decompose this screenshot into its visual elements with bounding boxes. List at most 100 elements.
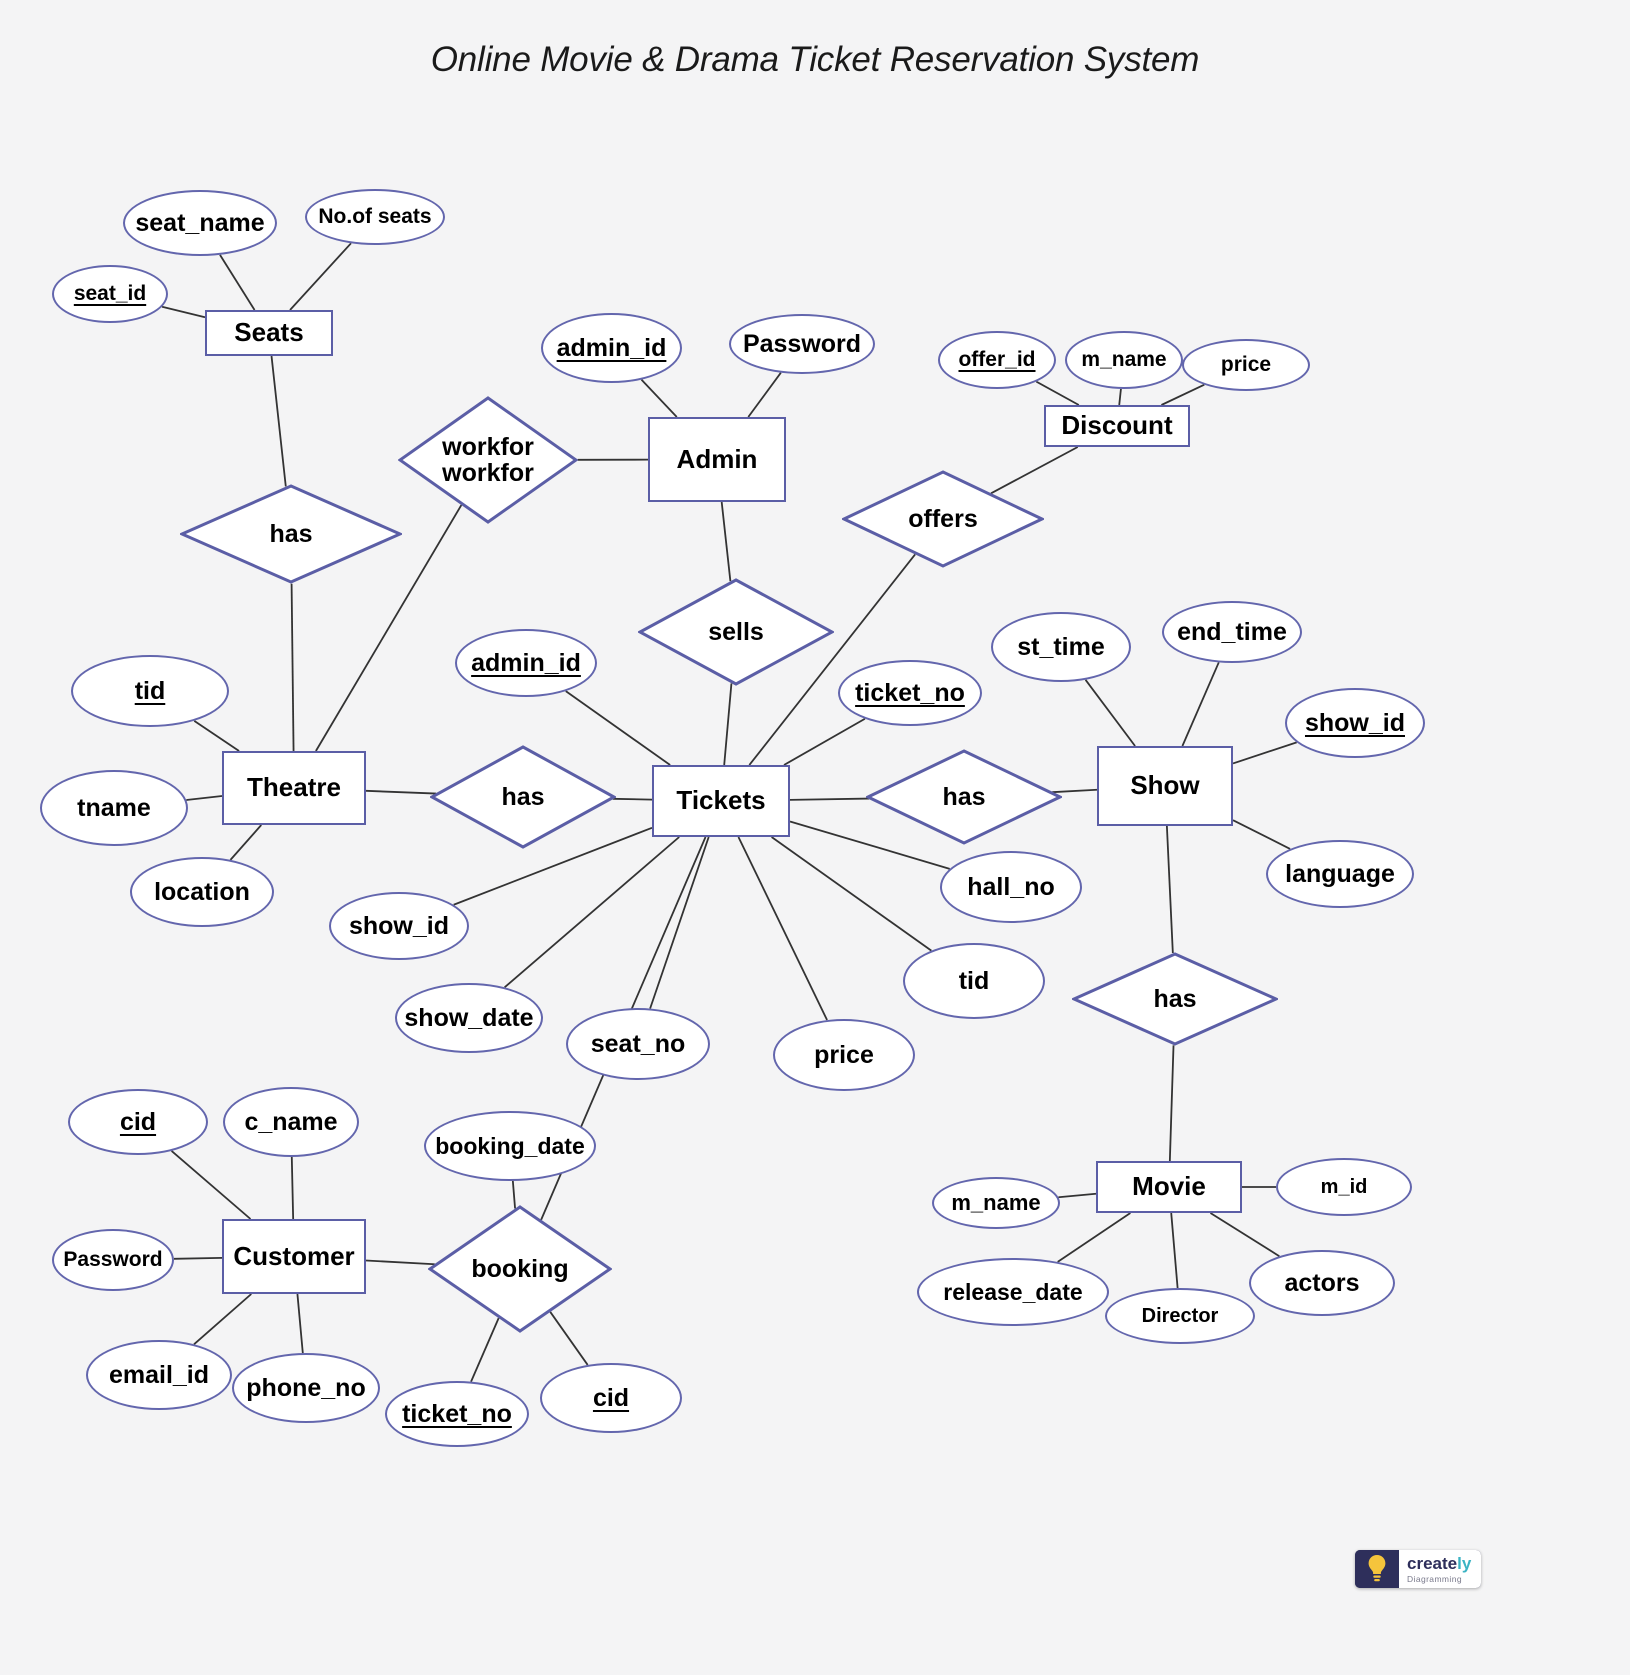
attribute-label: show_id: [348, 911, 449, 940]
attribute-seat_id[interactable]: seat_id: [52, 265, 168, 323]
attribute-seat_name[interactable]: seat_name: [123, 190, 277, 256]
attribute-c_name[interactable]: c_name: [223, 1087, 359, 1157]
relationship-has_tkt_show[interactable]: has: [866, 749, 1062, 845]
edge-phone_no-customer: [296, 1293, 304, 1354]
attribute-label: booking_date: [435, 1132, 585, 1159]
entity-customer[interactable]: Customer: [222, 1219, 366, 1294]
edge-has_show_movie-movie: [1168, 1045, 1175, 1162]
edge-password_c-customer: [173, 1256, 223, 1260]
entity-label: Show: [1130, 770, 1200, 801]
attribute-key-label: ticket_no: [855, 678, 965, 707]
edge-admin-sells: [720, 501, 732, 582]
attribute-end_time[interactable]: end_time: [1162, 601, 1302, 663]
edge-has_seats_theatre-theatre: [290, 583, 295, 752]
edge-seat_name-seats: [219, 254, 256, 311]
attribute-hall_no[interactable]: hall_no: [940, 851, 1082, 923]
attribute-language[interactable]: language: [1266, 840, 1414, 908]
attribute-label: phone_no: [246, 1373, 366, 1402]
relationship-label: offers: [908, 504, 978, 533]
edge-cid_c-customer: [170, 1150, 252, 1220]
entity-label: Customer: [233, 1240, 355, 1271]
attribute-ticket_no_b[interactable]: ticket_no: [385, 1381, 529, 1447]
attribute-cid_b[interactable]: cid: [540, 1363, 682, 1433]
entity-discount[interactable]: Discount: [1044, 405, 1190, 447]
edge-tname-theatre: [186, 795, 223, 801]
relationship-has_theatre_tkt[interactable]: has: [430, 745, 616, 849]
attribute-admin_id_t[interactable]: admin_id: [455, 629, 597, 697]
attribute-offer_id[interactable]: offer_id: [938, 331, 1056, 389]
relationship-workfor[interactable]: workfor workfor: [398, 396, 578, 524]
attribute-actors[interactable]: actors: [1249, 1250, 1395, 1316]
attribute-st_time[interactable]: st_time: [991, 612, 1131, 682]
entity-theatre[interactable]: Theatre: [222, 751, 366, 825]
attribute-label: language: [1285, 859, 1395, 888]
attribute-price_tk[interactable]: price: [773, 1019, 915, 1091]
attribute-label: seat_no: [590, 1029, 686, 1058]
edge-email_id-customer: [193, 1293, 252, 1345]
edge-price_d-discount: [1161, 383, 1205, 406]
edge-director-movie: [1170, 1212, 1179, 1289]
attribute-password_a[interactable]: Password: [729, 314, 875, 374]
edge-show-has_show_movie: [1165, 825, 1174, 954]
edge-m_name_d-discount: [1118, 388, 1122, 406]
attribute-location[interactable]: location: [130, 857, 274, 927]
attribute-no_of_seats[interactable]: No.of seats: [305, 189, 445, 245]
attribute-cid_c[interactable]: cid: [68, 1089, 208, 1155]
attribute-show_date[interactable]: show_date: [395, 983, 543, 1053]
edge-no_of_seats-seats: [289, 242, 352, 311]
edge-offer_id-discount: [1035, 380, 1080, 406]
entity-movie[interactable]: Movie: [1096, 1161, 1242, 1213]
attribute-m_name_d[interactable]: m_name: [1065, 331, 1183, 389]
attribute-admin_id_a[interactable]: admin_id: [541, 313, 682, 383]
relationship-has_show_movie[interactable]: has: [1072, 952, 1278, 1046]
edge-show_date-tickets: [504, 836, 680, 989]
attribute-price_d[interactable]: price: [1182, 339, 1310, 391]
attribute-booking_date[interactable]: booking_date: [424, 1111, 596, 1181]
entity-label: Seats: [234, 317, 304, 348]
edge-price_tk-tickets: [737, 836, 828, 1021]
entity-show[interactable]: Show: [1097, 746, 1233, 826]
attribute-show_id_s[interactable]: show_id: [1285, 688, 1425, 758]
relationship-offers[interactable]: offers: [842, 470, 1044, 568]
relationship-booking[interactable]: booking: [428, 1205, 612, 1333]
attribute-label: show_date: [404, 1003, 534, 1032]
attribute-key-label: cid: [119, 1107, 157, 1136]
attribute-password_c[interactable]: Password: [52, 1229, 174, 1291]
edge-layer: [161, 242, 1297, 1382]
entity-label: Theatre: [247, 772, 341, 803]
attribute-seat_no[interactable]: seat_no: [566, 1008, 710, 1080]
edge-tid_t-theatre: [193, 720, 240, 752]
relationship-has_seats_theatre[interactable]: has: [180, 484, 402, 584]
attribute-label: c_name: [244, 1107, 338, 1136]
attribute-label: seat_name: [135, 208, 265, 237]
attribute-tname[interactable]: tname: [40, 770, 188, 846]
attribute-m_name_m[interactable]: m_name: [932, 1177, 1060, 1229]
attribute-label: m_name: [1081, 347, 1167, 371]
edge-sells-tickets: [723, 683, 733, 766]
watermark-text: creately Diagramming: [1399, 1550, 1482, 1588]
attribute-key-label: offer_id: [958, 347, 1036, 371]
entity-admin[interactable]: Admin: [648, 417, 786, 502]
attribute-release_date[interactable]: release_date: [917, 1258, 1109, 1326]
edge-c_name-customer: [290, 1156, 295, 1220]
entity-seats[interactable]: Seats: [205, 310, 333, 356]
attribute-m_id[interactable]: m_id: [1276, 1158, 1412, 1216]
attribute-ticket_no_t[interactable]: ticket_no: [838, 660, 982, 726]
edge-location-theatre: [229, 824, 262, 861]
entity-label: Movie: [1132, 1171, 1206, 1202]
attribute-label: price: [814, 1040, 874, 1069]
attribute-key-label: admin_id: [471, 648, 581, 677]
edge-seats-has_seats_theatre: [270, 355, 287, 487]
entity-tickets[interactable]: Tickets: [652, 765, 790, 837]
relationship-sells[interactable]: sells: [638, 578, 834, 686]
relationship-label: booking: [471, 1254, 569, 1283]
attribute-key-label: cid: [592, 1383, 630, 1412]
er-diagram-canvas: Online Movie & Drama Ticket Reservation …: [0, 0, 1630, 1675]
attribute-director[interactable]: Director: [1105, 1288, 1255, 1344]
attribute-show_id_tk[interactable]: show_id: [329, 892, 469, 960]
attribute-tid_tk[interactable]: tid: [903, 943, 1045, 1019]
relationship-label: sells: [708, 617, 764, 646]
attribute-tid_t[interactable]: tid: [71, 655, 229, 727]
attribute-email_id[interactable]: email_id: [86, 1340, 232, 1410]
attribute-phone_no[interactable]: phone_no: [232, 1353, 380, 1423]
